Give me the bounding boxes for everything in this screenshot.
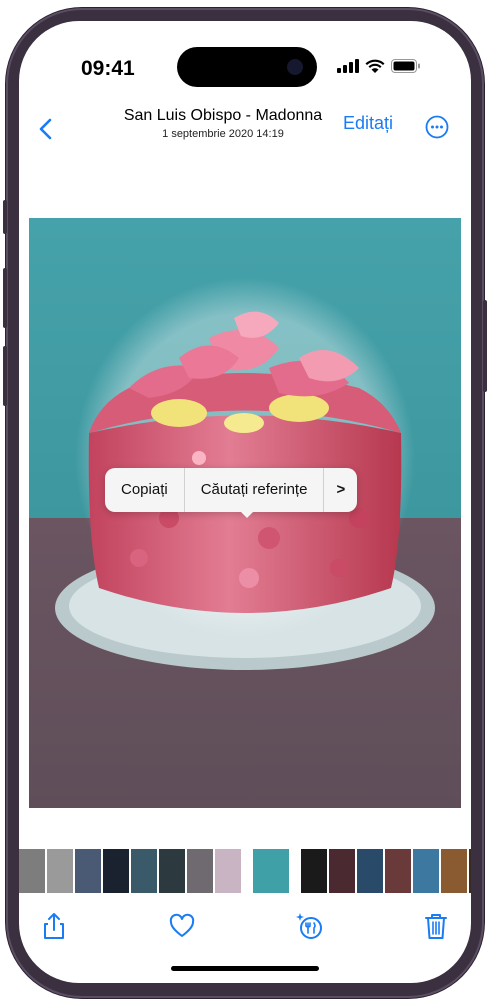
thumbnail[interactable] xyxy=(469,849,471,893)
signal-icon xyxy=(337,59,359,73)
thumbnail[interactable] xyxy=(413,849,439,893)
trash-icon[interactable] xyxy=(421,911,451,941)
thumbnail[interactable] xyxy=(441,849,467,893)
thumbnail[interactable] xyxy=(75,849,101,893)
thumbnail[interactable] xyxy=(131,849,157,893)
thumbnail[interactable] xyxy=(385,849,411,893)
more-icon[interactable] xyxy=(425,115,449,139)
navigation-bar: San Luis Obispo - Madonna 1 septembrie 2… xyxy=(19,101,471,153)
thumbnail-selected[interactable] xyxy=(253,849,289,893)
copy-menu-item[interactable]: Copiați xyxy=(105,468,184,512)
thumbnail[interactable] xyxy=(103,849,129,893)
status-icons xyxy=(337,59,421,73)
volume-up-button xyxy=(3,268,7,328)
thumbnail-strip[interactable] xyxy=(19,849,471,893)
menu-pointer xyxy=(239,510,255,518)
thumbnail[interactable] xyxy=(19,849,45,893)
power-button xyxy=(483,300,487,392)
wifi-icon xyxy=(365,59,385,73)
thumbnail[interactable] xyxy=(301,849,327,893)
status-time: 09:41 xyxy=(81,57,135,80)
photo-title: San Luis Obispo - Madonna xyxy=(123,107,323,124)
photo-view[interactable]: Copiați Căutați referințe > xyxy=(29,218,461,808)
thumbnail[interactable] xyxy=(187,849,213,893)
thumbnail[interactable] xyxy=(215,849,241,893)
visual-lookup-icon[interactable] xyxy=(295,911,325,941)
look-up-menu-item[interactable]: Căutați referințe xyxy=(185,468,324,512)
edit-button[interactable]: Editați xyxy=(343,113,393,134)
home-indicator[interactable] xyxy=(171,966,319,971)
thumbnail[interactable] xyxy=(47,849,73,893)
more-menu-arrow[interactable]: > xyxy=(324,468,357,512)
thumbnail[interactable] xyxy=(329,849,355,893)
screen: 09:41 San Luis Obispo - Madonna 1 septem… xyxy=(19,21,471,983)
battery-icon xyxy=(391,59,420,73)
heart-icon[interactable] xyxy=(167,911,197,941)
bottom-toolbar xyxy=(19,907,471,947)
thumbnail[interactable] xyxy=(159,849,185,893)
context-menu: Copiați Căutați referințe > xyxy=(105,468,358,518)
camera-icon xyxy=(287,59,303,75)
photo-date: 1 septembrie 2020 14:19 xyxy=(162,128,284,140)
thumbnail[interactable] xyxy=(357,849,383,893)
chevron-left-icon[interactable] xyxy=(35,117,59,141)
side-button xyxy=(3,200,7,234)
volume-down-button xyxy=(3,346,7,406)
dynamic-island xyxy=(177,47,317,87)
share-icon[interactable] xyxy=(39,911,69,941)
